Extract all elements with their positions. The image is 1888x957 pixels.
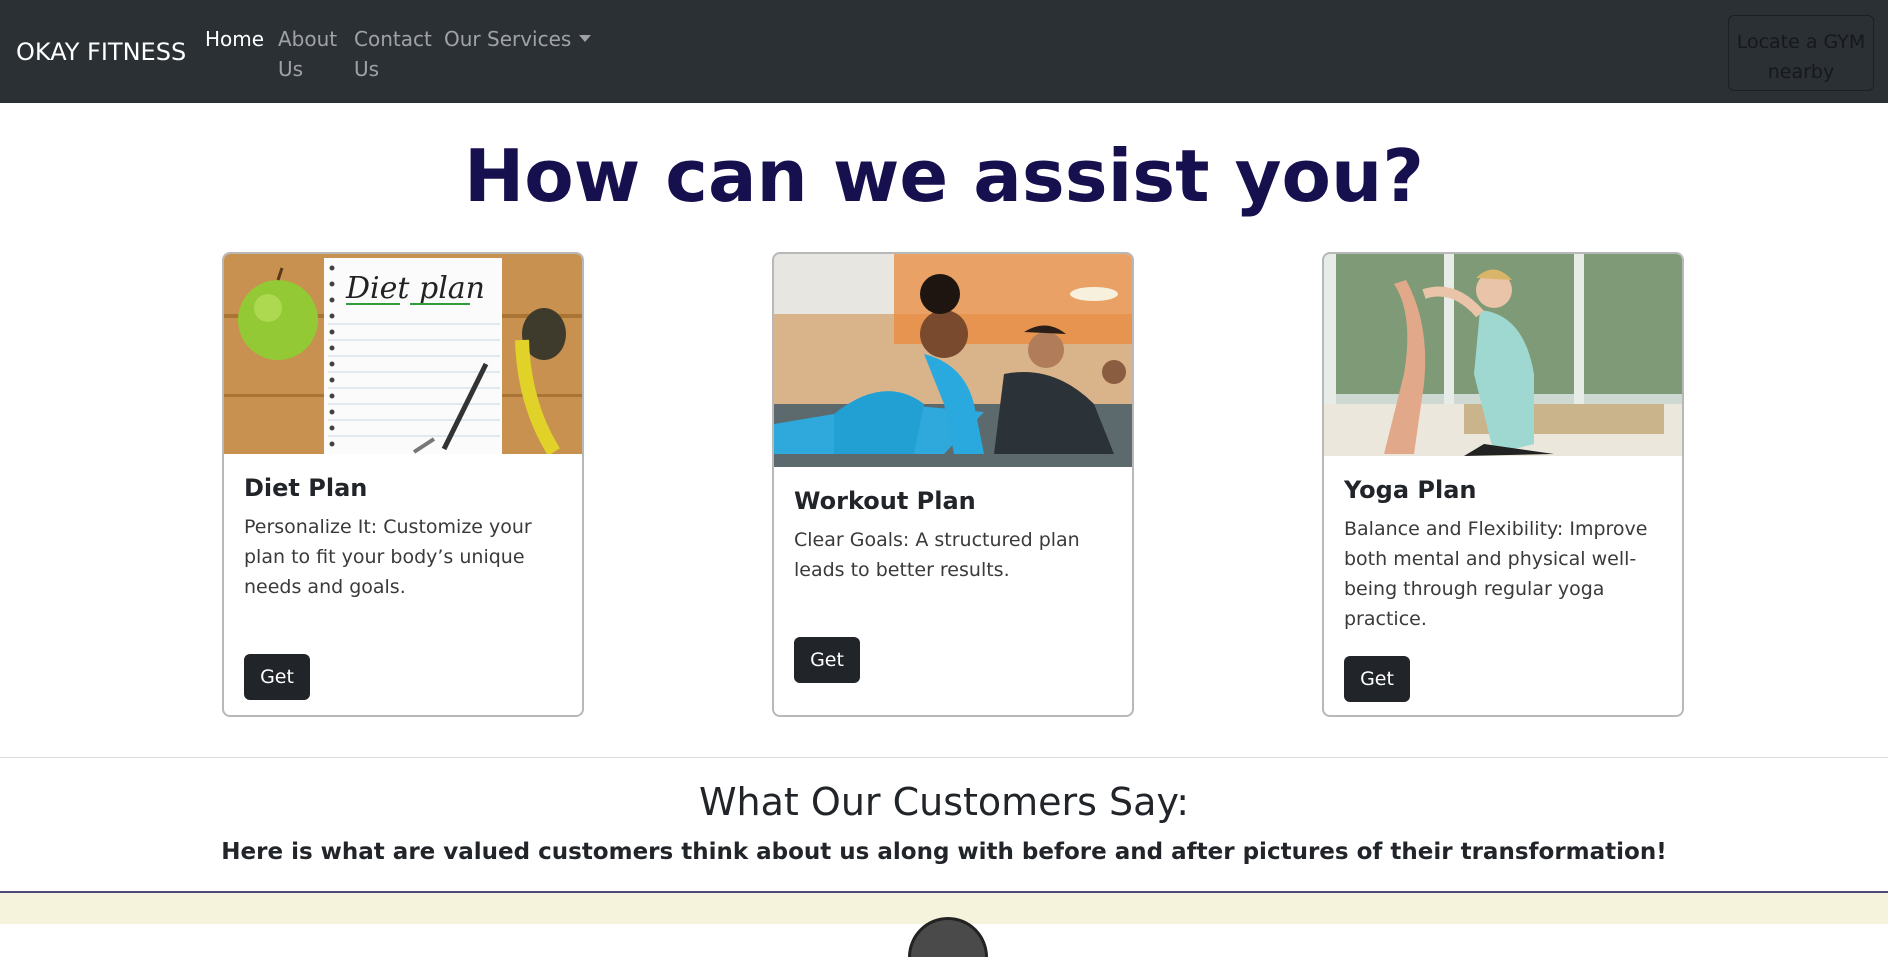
workout-plan-image [774, 254, 1132, 467]
chevron-down-icon [579, 35, 592, 42]
nav-dropdown-label: Our Services [444, 27, 572, 51]
nav-dropdown-our-services[interactable]: Our Services [444, 24, 592, 54]
card-text: Clear Goals: A structured plan leads to … [794, 529, 1080, 581]
nav-link-contact-us[interactable]: Contact Us [354, 24, 434, 84]
section-divider [0, 757, 1888, 758]
diet-plan-image-label: Diet plan [345, 271, 485, 306]
brand-logo[interactable]: OKAY FITNESS [16, 38, 186, 66]
testimonials-subtitle: Here is what are valued customers think … [221, 839, 1667, 865]
card-title: Yoga Plan [1344, 476, 1477, 504]
get-yoga-plan-button[interactable]: Get [1344, 656, 1410, 702]
yoga-plan-image [1324, 254, 1682, 456]
card-title: Workout Plan [794, 487, 976, 515]
get-workout-plan-button[interactable]: Get [794, 637, 860, 683]
testimonials-title: What Our Customers Say: [698, 780, 1189, 824]
nav-link-about-us[interactable]: About Us [278, 24, 348, 84]
diet-plan-illustration: Diet plan [224, 254, 582, 454]
service-card-workout: Workout Plan Clear Goals: A structured p… [772, 252, 1134, 717]
locate-gym-button[interactable]: Locate a GYM nearby [1728, 15, 1874, 91]
yoga-plan-illustration [1324, 254, 1682, 456]
workout-plan-illustration [774, 254, 1132, 467]
navbar: OKAY FITNESS Home About Us Contact Us Ou… [0, 0, 1888, 103]
card-title: Diet Plan [244, 474, 368, 502]
get-diet-plan-button[interactable]: Get [244, 654, 310, 700]
service-card-yoga: Yoga Plan Balance and Flexibility: Impro… [1322, 252, 1684, 717]
nav-link-home[interactable]: Home [205, 24, 264, 54]
card-text: Personalize It: Customize your plan to f… [244, 516, 532, 598]
diet-plan-image: Diet plan [224, 254, 582, 454]
card-text: Balance and Flexibility: Improve both me… [1344, 518, 1648, 630]
service-card-diet: Diet plan Diet Plan Personalize It: Cust… [222, 252, 584, 717]
page-title: How can we assist you? [463, 134, 1425, 218]
